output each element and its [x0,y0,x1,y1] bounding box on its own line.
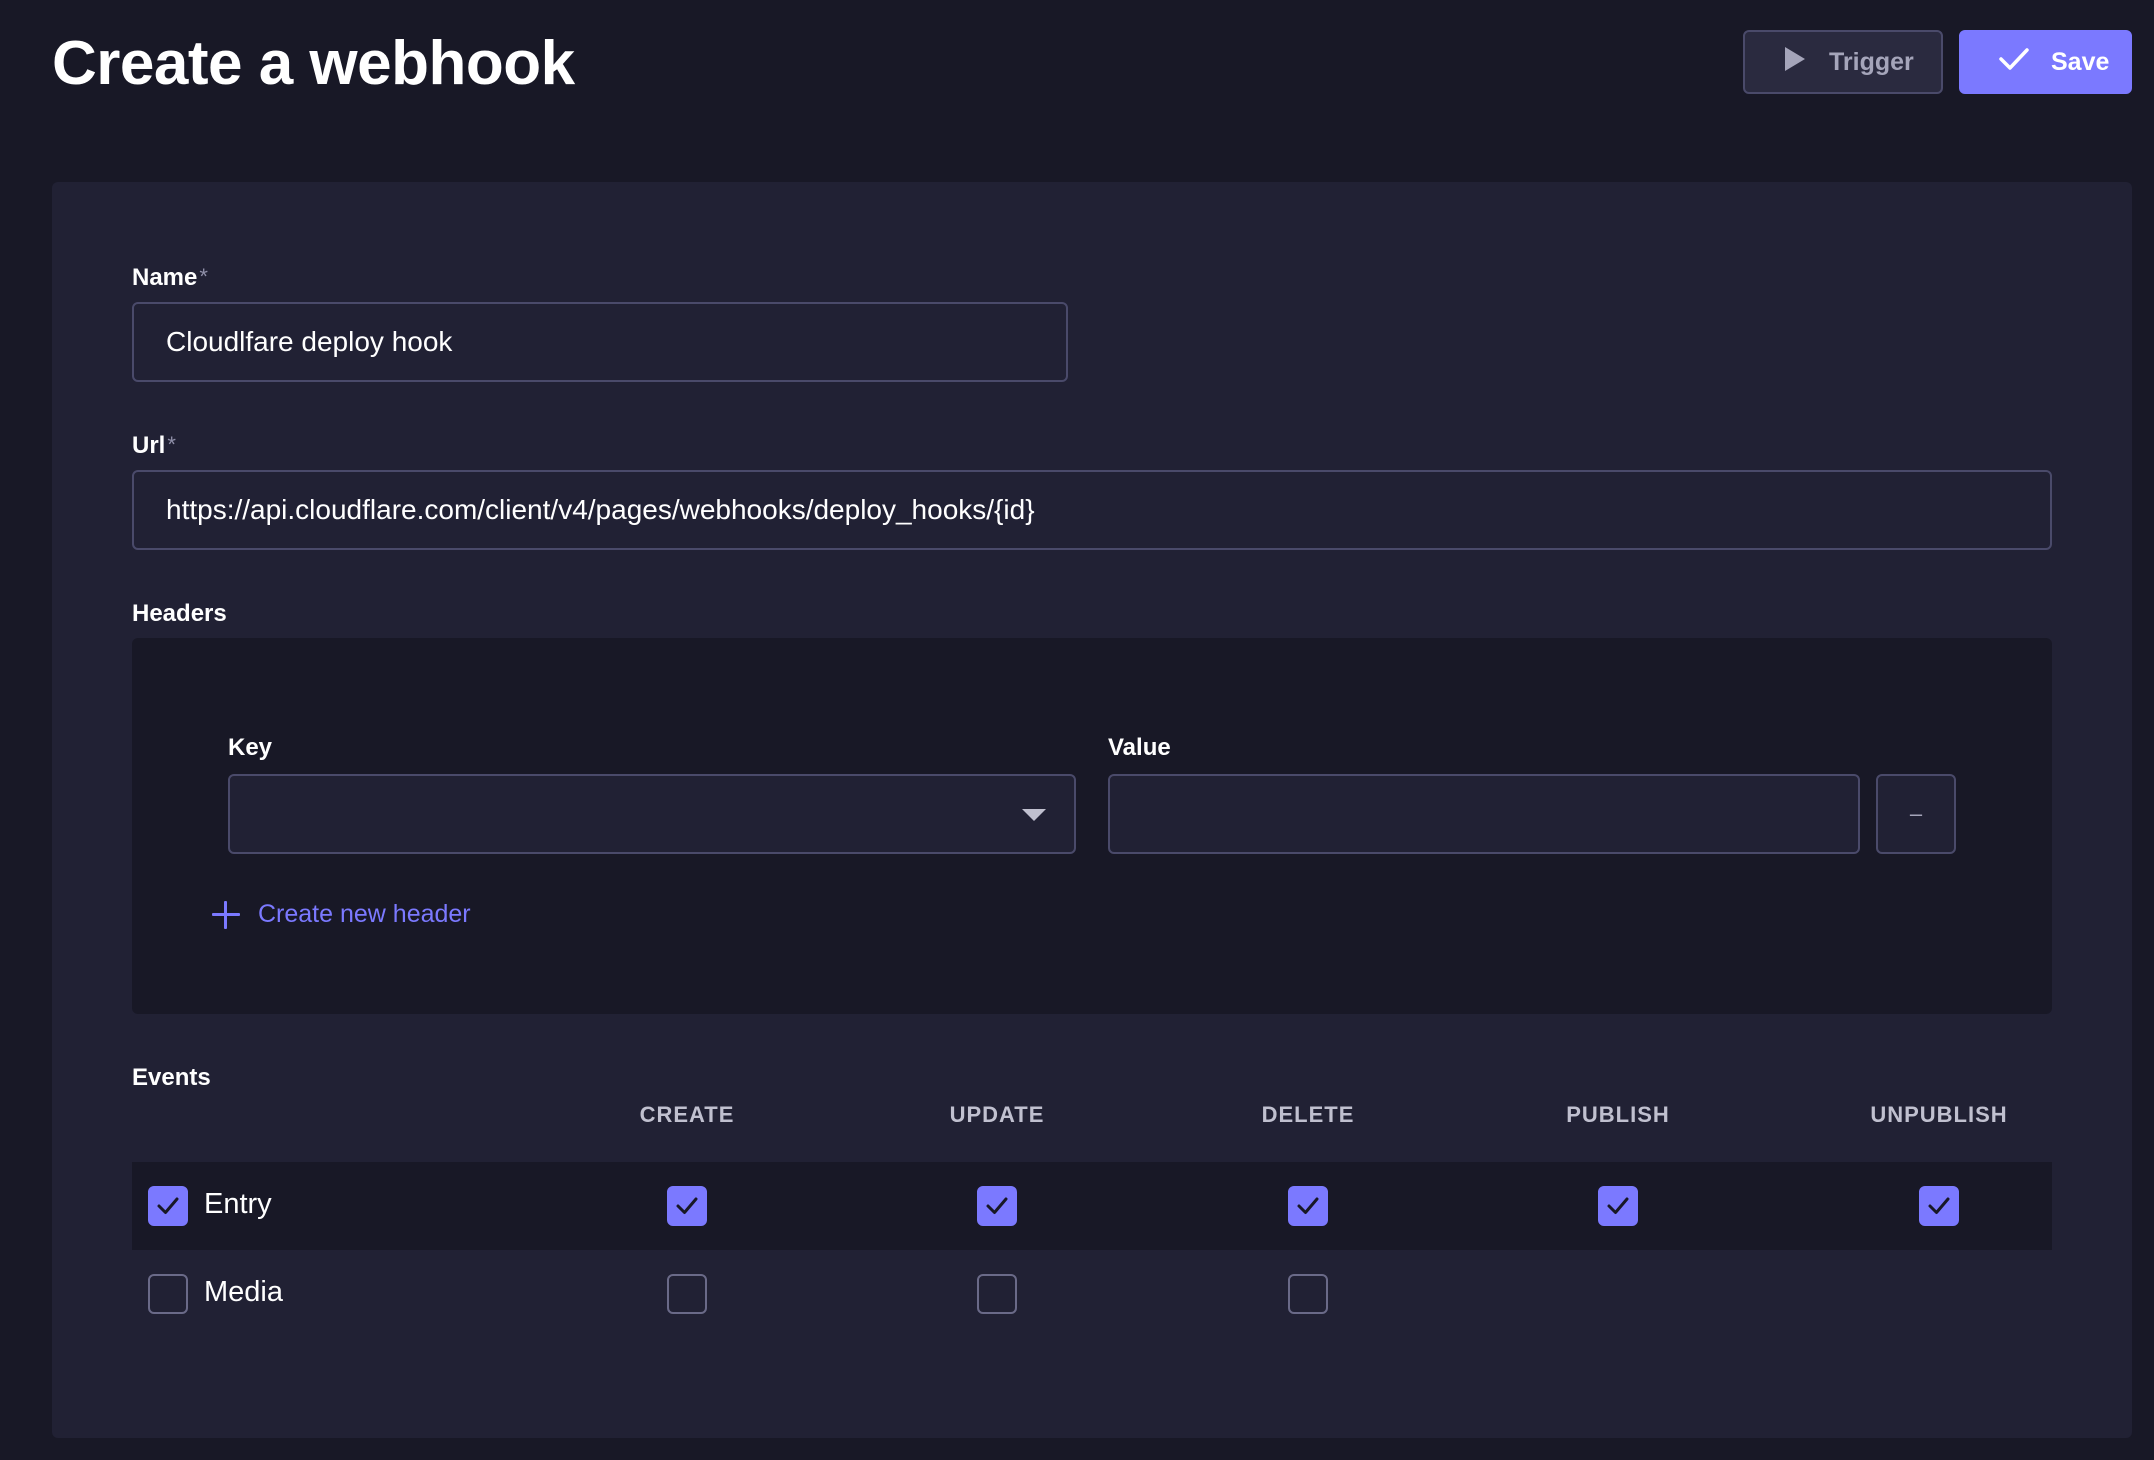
check-icon [157,1197,179,1214]
value-input[interactable] [1108,774,1860,854]
name-input[interactable] [132,302,1068,382]
page: Create a webhook Trigger Save Name* Url*… [0,0,2154,1460]
url-input[interactable] [132,470,2052,550]
key-label: Key [228,734,273,761]
media-all-checkbox[interactable] [148,1274,188,1314]
check-icon [676,1197,698,1214]
media-update-checkbox[interactable] [977,1274,1017,1314]
entry-update-checkbox[interactable] [977,1186,1017,1226]
play-icon [1783,46,1807,79]
check-icon [1297,1197,1319,1214]
caret-down-icon [1022,809,1046,821]
webhook-form-card: Name* Url* Headers Key Value – Create ne… [52,182,2132,1438]
entry-all-checkbox[interactable] [148,1186,188,1226]
entry-publish-checkbox[interactable] [1598,1186,1638,1226]
column-header-update: UPDATE [949,1102,1045,1127]
url-label: Url* [132,432,176,459]
media-create-checkbox[interactable] [667,1274,707,1314]
entry-create-checkbox[interactable] [667,1186,707,1226]
column-header-delete: DELETE [1261,1102,1355,1127]
required-mark: * [199,264,208,289]
key-select[interactable] [228,774,1076,854]
check-icon [986,1197,1008,1214]
create-new-header-label: Create new header [258,900,471,928]
save-button-label: Save [2051,47,2110,76]
check-icon [1928,1197,1950,1214]
event-row-entry: Entry [132,1162,2052,1250]
headers-label: Headers [132,600,227,627]
headers-panel: Key Value – Create new header [132,638,2052,1014]
name-label: Name* [132,264,208,291]
event-row-label: Entry [204,1188,272,1220]
header-actions: Trigger Save [1743,30,2132,94]
column-header-unpublish: UNPUBLISH [1870,1102,2008,1127]
page-title: Create a webhook [52,29,575,98]
required-mark: * [167,432,176,457]
entry-unpublish-checkbox[interactable] [1919,1186,1959,1226]
check-icon [1999,47,2029,77]
media-delete-checkbox[interactable] [1288,1274,1328,1314]
column-header-create: CREATE [639,1102,735,1127]
column-header-publish: PUBLISH [1566,1102,1670,1127]
minus-icon: – [1909,801,1923,826]
plus-icon [212,900,240,929]
event-row-label: Media [204,1276,283,1308]
trigger-button[interactable]: Trigger [1743,30,1943,94]
create-new-header-button[interactable]: Create new header [212,900,471,929]
save-button[interactable]: Save [1959,30,2132,94]
events-label: Events [132,1064,211,1091]
event-row-media: Media [132,1250,2052,1338]
entry-delete-checkbox[interactable] [1288,1186,1328,1226]
remove-header-button[interactable]: – [1876,774,1956,854]
trigger-button-label: Trigger [1829,47,1914,76]
value-label: Value [1108,734,1171,761]
check-icon [1607,1197,1629,1214]
